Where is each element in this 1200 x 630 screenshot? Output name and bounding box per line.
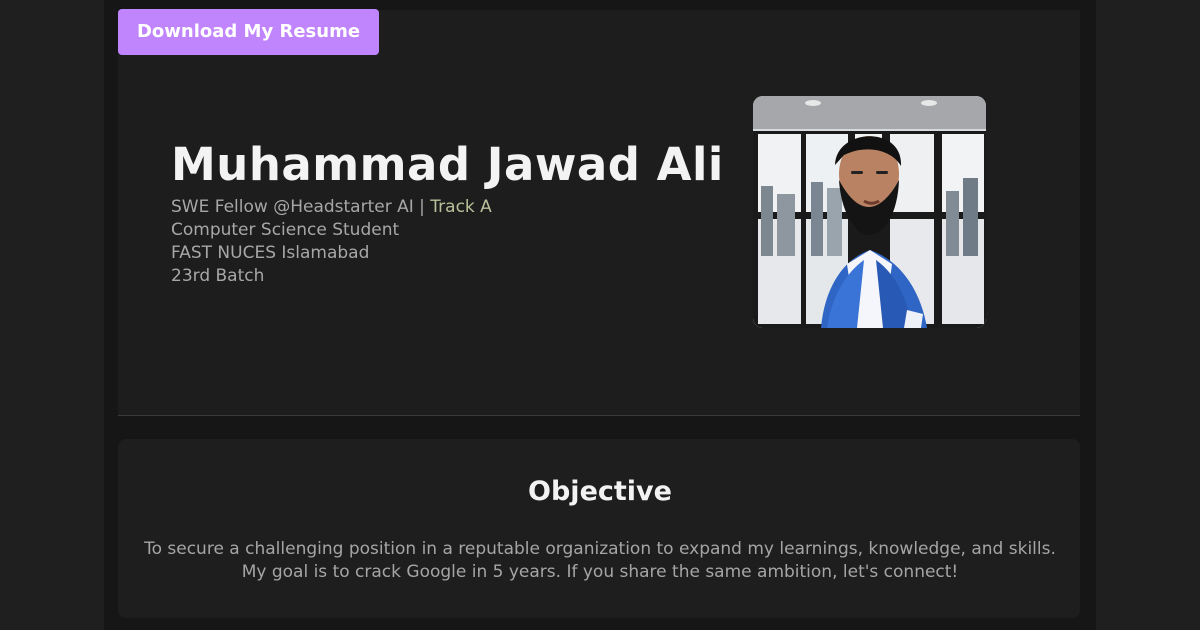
download-resume-button[interactable]: Download My Resume xyxy=(118,9,379,55)
profile-batch-line: 23rd Batch xyxy=(171,266,265,286)
profile-role-line: SWE Fellow @Headstarter AI | Track A xyxy=(171,196,492,219)
profile-university-line: FAST NUCES Islamabad xyxy=(171,243,370,263)
profile-photo xyxy=(753,96,986,328)
profile-subtitle: SWE Fellow @Headstarter AI | Track A Com… xyxy=(171,196,492,288)
objective-card xyxy=(118,439,1080,618)
profile-name: Muhammad Jawad Ali xyxy=(171,138,724,191)
objective-title: Objective xyxy=(528,476,672,507)
profile-role-prefix: SWE Fellow @Headstarter AI | xyxy=(171,197,431,217)
profile-photo-illustration xyxy=(753,96,986,328)
profile-track: Track A xyxy=(430,197,492,217)
profile-education-line: Computer Science Student xyxy=(171,220,400,240)
objective-description: To secure a challenging position in a re… xyxy=(144,539,1056,582)
